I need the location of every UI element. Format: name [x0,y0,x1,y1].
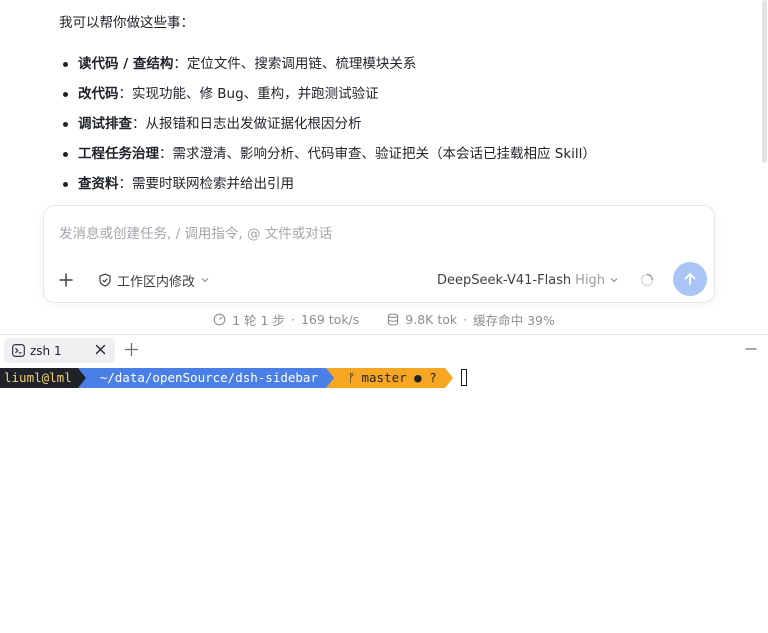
close-icon [95,344,106,355]
chat-panel: 我可以帮你做这些事： 读代码 / 查结构：定位文件、搜索调用链、梳理模块关系 改… [0,0,768,334]
tab-label: zsh 1 [30,343,62,358]
list-item-title: 读代码 / 查结构 [78,56,174,72]
shield-icon [99,273,111,287]
prompt-git: ᚠ master ● ? [333,368,445,388]
list-item: 调试排查：从报错和日志出发做证据化根因分析 [60,114,596,144]
stats-separator: · [463,311,468,327]
plus-icon [124,342,139,357]
prompt-path: ~/data/openSource/dsh-sidebar [85,368,326,388]
list-item-title: 查资料 [78,176,119,192]
token-count: 9.8K tok [405,311,458,327]
chat-scrollbar[interactable] [762,0,767,163]
workspace-scope-button[interactable]: 工作区内修改 [98,269,210,291]
list-item: 查资料：需要时联网检索并给出引用 [60,174,596,204]
list-item-title: 工程任务治理 [78,146,159,162]
list-item-title: 改代码 [78,86,119,102]
capability-list: 读代码 / 查结构：定位文件、搜索调用链、梳理模块关系 改代码：实现功能、修 B… [60,54,596,204]
prompt-separator [77,368,86,388]
branch-icon: ᚠ [347,370,356,385]
rounds-count: 1 轮 1 步 [232,312,285,328]
terminal-cursor [460,369,467,386]
message-composer: 工作区内修改 DeepSeek-V41-Flash High [43,205,715,303]
shell-prompt[interactable]: liuml@lml ~/data/openSource/dsh-sidebar … [0,368,467,388]
stats-separator: · [290,311,295,327]
database-icon [388,312,399,326]
plus-icon [59,273,73,287]
arrow-up-icon [684,273,696,285]
list-item: 工程任务治理：需求澄清、影响分析、代码审查、验证把关（本会话已挂载相应 Skil… [60,144,596,174]
model-level: High [575,272,606,288]
message-input[interactable] [57,220,701,246]
model-selector[interactable]: DeepSeek-V41-Flash High [437,269,619,291]
list-item-desc: ：需要时联网检索并给出引用 [118,176,295,192]
terminal-icon [12,344,25,357]
list-item: 改代码：实现功能、修 Bug、重构，并跑测试验证 [60,84,596,114]
send-button[interactable] [673,262,707,296]
minimize-panel-button[interactable] [745,343,757,355]
loading-spinner-icon [640,273,654,287]
usage-stats: 1 轮 1 步 · 169 tok/s 9.8K tok · 缓存命中 39% [0,310,768,328]
list-item-desc: ：从报错和日志出发做证据化根因分析 [132,116,362,132]
speedometer-icon [213,313,226,325]
tab-zsh-1[interactable]: zsh 1 [4,338,115,363]
list-item-desc: ：实现功能、修 Bug、重构，并跑测试验证 [118,86,379,102]
list-item-desc: ：定位文件、搜索调用链、梳理模块关系 [173,56,417,72]
minus-icon [745,348,757,350]
chevron-down-icon [610,278,618,283]
new-tab-button[interactable] [124,342,139,357]
cache-hit-stat: 缓存命中 39% [473,312,555,328]
prompt-separator [325,368,334,388]
list-item-desc: ：需求澄清、影响分析、代码审查、验证把关（本会话已挂载相应 Skill） [159,146,596,162]
chevron-down-icon [201,278,209,283]
terminal-tab-bar: zsh 1 [0,335,768,367]
prompt-user: liuml@lml [0,368,78,388]
prompt-separator [444,368,453,388]
terminal-panel: zsh 1 liuml@lml ~/data/openSource/dsh-si… [0,334,768,633]
speed-stat: 169 tok/s [300,311,360,327]
add-attachment-button[interactable] [52,266,80,294]
close-tab-button[interactable] [94,343,107,356]
list-item-title: 调试排查 [78,116,132,132]
list-item: 读代码 / 查结构：定位文件、搜索调用链、梳理模块关系 [60,54,596,84]
assistant-intro: 我可以帮你做这些事： [59,15,194,31]
model-name: DeepSeek-V41-Flash [437,272,572,288]
workspace-scope-label: 工作区内修改 [117,274,196,290]
prompt-branch: master ● ? [361,370,437,385]
